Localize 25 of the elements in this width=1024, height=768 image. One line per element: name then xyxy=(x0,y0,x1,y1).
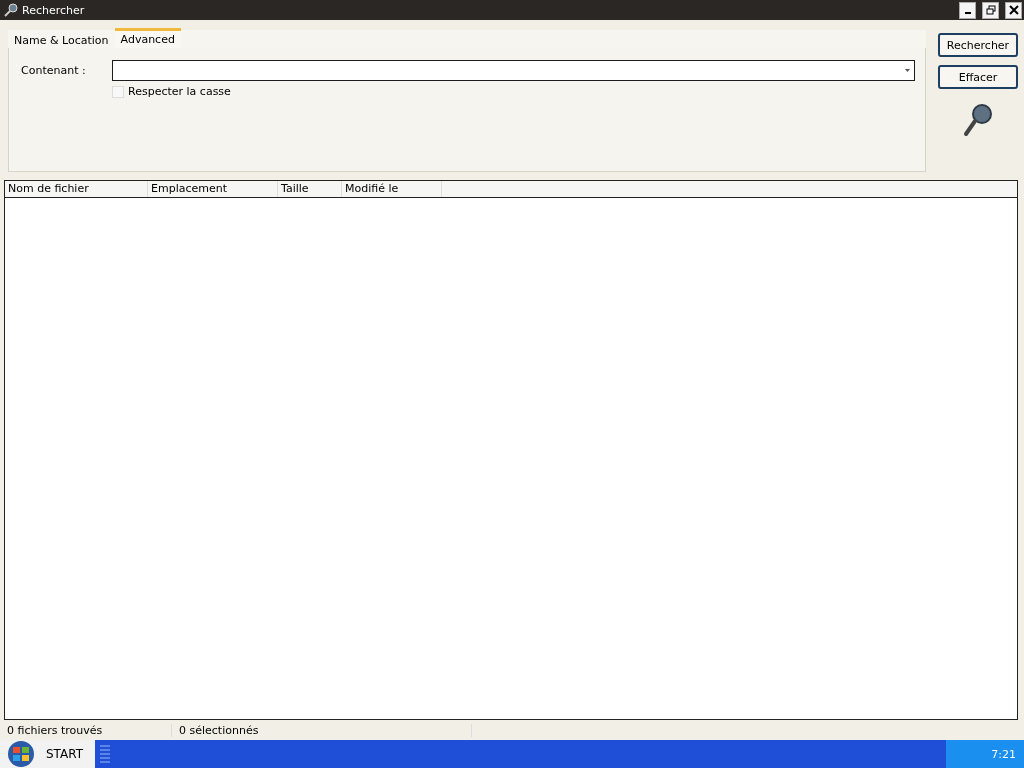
restore-icon xyxy=(985,5,996,15)
minimize-button[interactable] xyxy=(959,1,976,19)
search-button[interactable]: Rechercher xyxy=(938,33,1018,57)
field-label: Contenant : xyxy=(21,64,87,77)
column-header[interactable]: Taille xyxy=(278,181,342,197)
close-button[interactable] xyxy=(1005,1,1022,19)
dropdown-icon xyxy=(905,69,910,72)
column-header[interactable]: Nom de fichier xyxy=(5,181,148,197)
magnifier-icon xyxy=(963,103,993,137)
checkbox-label: Respecter la casse xyxy=(128,85,231,98)
window-title: Rechercher xyxy=(22,3,86,17)
checkbox[interactable] xyxy=(112,85,124,98)
close-icon xyxy=(1008,5,1019,15)
column-header[interactable]: Modifié le xyxy=(342,181,442,197)
clear-button[interactable]: Effacer xyxy=(938,65,1018,89)
restore-button[interactable] xyxy=(982,1,999,19)
status-text: 0 sélectionnés xyxy=(172,723,472,737)
search-icon xyxy=(4,3,18,17)
tab[interactable]: Name & Location xyxy=(8,30,115,48)
combo-box[interactable] xyxy=(112,60,915,81)
column-header[interactable]: Emplacement xyxy=(148,181,278,197)
status-text: 0 fichiers trouvés xyxy=(0,723,172,737)
tab[interactable]: Advanced xyxy=(114,28,181,48)
start-button[interactable]: START xyxy=(0,740,95,768)
clock: 7:21 xyxy=(946,740,1024,768)
